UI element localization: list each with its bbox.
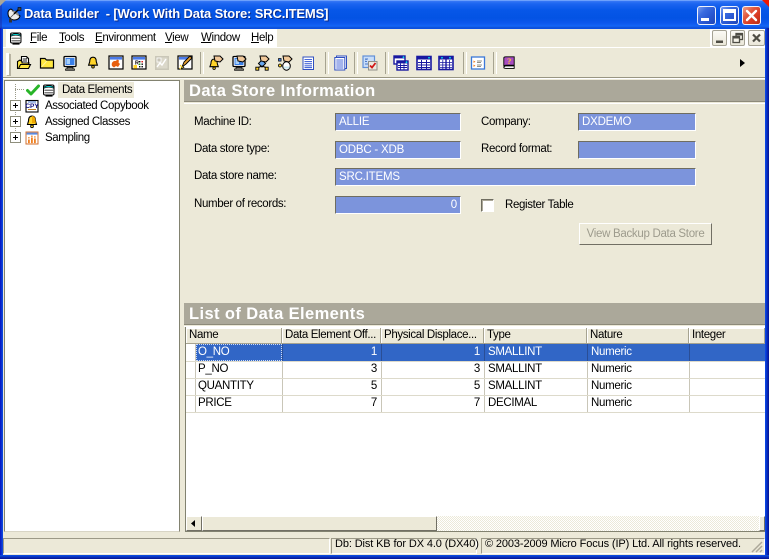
svg-text:?: ?: [507, 56, 511, 66]
svg-text:CPY: CPY: [25, 103, 39, 110]
